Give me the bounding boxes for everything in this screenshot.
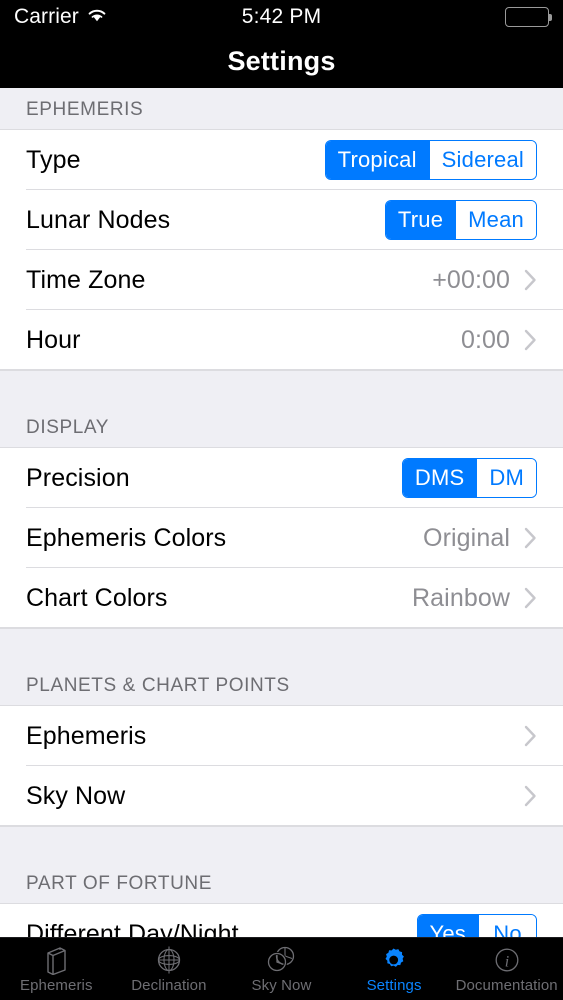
chevron-right-icon <box>524 587 536 609</box>
precision-segmented-control[interactable]: DMS DM <box>401 458 537 498</box>
row-type[interactable]: Type Tropical Sidereal <box>0 130 563 190</box>
segment-mean[interactable]: Mean <box>455 201 536 239</box>
status-bar: Carrier 5:42 PM <box>0 0 563 34</box>
row-value: 0:00 <box>460 325 510 354</box>
row-lunar-nodes[interactable]: Lunar Nodes True Mean <box>0 190 563 250</box>
tab-documentation[interactable]: i Documentation <box>450 938 563 1000</box>
row-ephemeris-colors[interactable]: Ephemeris Colors Original <box>0 508 563 568</box>
tab-sky-now[interactable]: Sky Now <box>225 938 338 1000</box>
chevron-right-icon <box>524 329 536 351</box>
carrier-label: Carrier <box>14 5 79 28</box>
info-circle-icon: i <box>492 945 522 975</box>
row-different-day-night[interactable]: Different Day/Night Yes No <box>0 904 563 937</box>
settings-screen: Carrier 5:42 PM Settings EPHEMERIS Type … <box>0 0 563 1000</box>
clock-circles-icon <box>265 945 297 975</box>
chevron-right-icon <box>524 527 536 549</box>
row-ephemeris-points[interactable]: Ephemeris <box>0 706 563 766</box>
tab-label: Ephemeris <box>19 976 93 994</box>
gear-icon <box>379 945 409 975</box>
segment-sidereal[interactable]: Sidereal <box>428 141 536 179</box>
section-header-ephemeris: EPHEMERIS <box>0 88 563 130</box>
navigation-bar: Settings <box>0 34 563 88</box>
row-label: Chart Colors <box>26 583 168 612</box>
tab-ephemeris[interactable]: Ephemeris <box>0 938 113 1000</box>
row-label: Sky Now <box>26 781 126 810</box>
row-label: Type <box>26 145 81 174</box>
segment-dm[interactable]: DM <box>476 459 536 497</box>
wifi-icon <box>86 7 108 28</box>
globe-icon <box>154 945 184 975</box>
different-day-night-segmented-control[interactable]: Yes No <box>416 914 537 937</box>
segment-dms[interactable]: DMS <box>402 459 477 497</box>
row-label: Hour <box>26 325 81 354</box>
book-icon <box>42 945 70 975</box>
row-label: Precision <box>26 463 130 492</box>
section-header-part-of-fortune: PART OF FORTUNE <box>0 826 563 904</box>
tab-bar: Ephemeris Declination Sky Now Settings i… <box>0 937 563 1000</box>
row-precision[interactable]: Precision DMS DM <box>0 448 563 508</box>
segment-tropical[interactable]: Tropical <box>325 141 429 179</box>
type-segmented-control[interactable]: Tropical Sidereal <box>324 140 537 180</box>
segment-true[interactable]: True <box>385 201 456 239</box>
section-header-display: DISPLAY <box>0 370 563 448</box>
chevron-right-icon <box>524 725 536 747</box>
row-label: Time Zone <box>26 265 146 294</box>
chevron-right-icon <box>524 785 536 807</box>
tab-label: Sky Now <box>251 976 312 994</box>
tab-label: Settings <box>366 976 422 994</box>
status-bar-right <box>282 7 552 27</box>
tab-label: Declination <box>131 976 207 994</box>
settings-list[interactable]: EPHEMERIS Type Tropical Sidereal Lunar N… <box>0 88 563 937</box>
row-value: +00:00 <box>432 265 510 294</box>
tab-settings[interactable]: Settings <box>338 938 451 1000</box>
row-hour[interactable]: Hour 0:00 <box>0 310 563 370</box>
status-bar-left: Carrier <box>14 5 282 29</box>
battery-full-icon <box>505 7 552 27</box>
row-label: Ephemeris Colors <box>26 523 227 552</box>
row-value: Original <box>423 523 510 552</box>
svg-text:i: i <box>504 953 508 970</box>
tab-declination[interactable]: Declination <box>113 938 226 1000</box>
row-value: Rainbow <box>412 583 510 612</box>
row-label: Ephemeris <box>26 721 147 750</box>
chevron-right-icon <box>524 269 536 291</box>
segment-no[interactable]: No <box>478 915 536 937</box>
row-label: Different Day/Night <box>26 919 239 938</box>
segment-yes[interactable]: Yes <box>417 915 478 937</box>
row-chart-colors[interactable]: Chart Colors Rainbow <box>0 568 563 628</box>
tab-label: Documentation <box>455 976 558 994</box>
row-sky-now-points[interactable]: Sky Now <box>0 766 563 826</box>
section-header-planets-chart-points: PLANETS & CHART POINTS <box>0 628 563 706</box>
row-time-zone[interactable]: Time Zone +00:00 <box>0 250 563 310</box>
lunar-nodes-segmented-control[interactable]: True Mean <box>384 200 537 240</box>
page-title: Settings <box>227 45 336 76</box>
row-label: Lunar Nodes <box>26 205 171 234</box>
